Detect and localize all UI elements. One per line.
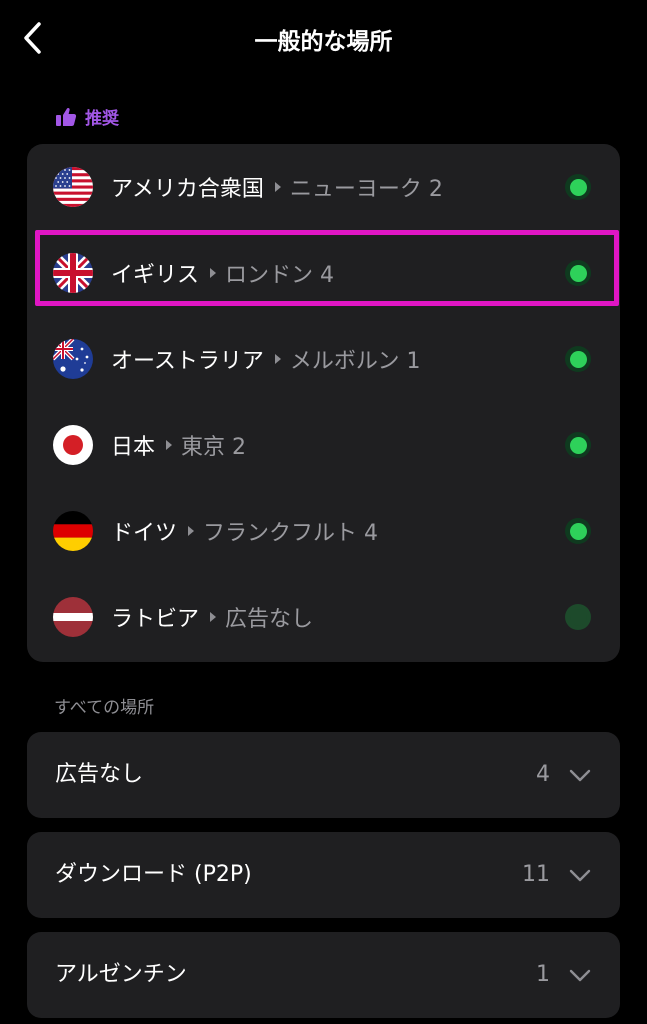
group-name: 広告なし — [55, 762, 144, 787]
group-argentina[interactable]: アルゼンチン 1 — [27, 932, 620, 1018]
country-name: オーストラリア — [111, 349, 264, 374]
location-text: アメリカ合衆国 ニューヨーク 2 — [111, 171, 443, 203]
country-name: アメリカ合衆国 — [111, 177, 264, 202]
status-online-icon — [565, 518, 591, 544]
caret-right-icon — [274, 354, 281, 364]
chevron-down-icon — [569, 869, 591, 882]
location-text: ドイツ フランクフルト 4 — [111, 515, 378, 547]
group-download-p2p[interactable]: ダウンロード (P2P) 11 — [27, 832, 620, 918]
group-count: 11 — [522, 862, 550, 887]
group-no-ads[interactable]: 広告なし 4 — [27, 732, 620, 818]
status-online-icon — [565, 260, 591, 286]
group-count: 4 — [536, 762, 550, 787]
all-locations-title: すべての場所 — [54, 698, 155, 718]
location-text: イギリス ロンドン 4 — [111, 257, 334, 289]
location-row-latvia[interactable]: ラトビア 広告なし — [27, 574, 620, 660]
country-name: 日本 — [111, 435, 156, 460]
status-online-icon — [565, 346, 591, 372]
city-name: ロンドン 4 — [225, 263, 335, 288]
city-name: メルボルン 1 — [289, 349, 421, 374]
caret-right-icon — [274, 182, 281, 192]
recommended-list: アメリカ合衆国 ニューヨーク 2 イギリス ロンドン 4 オーストラリア メルボ… — [27, 144, 620, 662]
group-name: アルゼンチン — [55, 962, 187, 987]
country-name: イギリス — [111, 263, 200, 288]
caret-right-icon — [210, 612, 217, 622]
status-online-icon — [565, 432, 591, 458]
location-text: ラトビア 広告なし — [111, 601, 313, 633]
us-flag-icon — [53, 167, 93, 207]
location-row-usa[interactable]: アメリカ合衆国 ニューヨーク 2 — [27, 144, 620, 230]
city-name: フランクフルト 4 — [203, 521, 379, 546]
country-name: ドイツ — [111, 521, 178, 546]
uk-flag-icon — [53, 253, 93, 293]
screen: 一般的な場所 推奨 アメリカ合衆国 ニューヨーク 2 イギリス ロンドン 4 オ… — [0, 0, 647, 1024]
chevron-down-icon — [569, 969, 591, 982]
group-name: ダウンロード (P2P) — [55, 862, 252, 887]
latvia-flag-icon — [53, 597, 93, 637]
status-online-icon — [565, 174, 591, 200]
location-text: 日本 東京 2 — [111, 429, 246, 461]
thumbs-up-icon — [56, 107, 77, 126]
location-row-germany[interactable]: ドイツ フランクフルト 4 — [27, 488, 620, 574]
group-count: 1 — [536, 962, 550, 987]
chevron-down-icon — [569, 769, 591, 782]
status-unavailable-icon — [565, 604, 591, 630]
city-name: 東京 2 — [181, 435, 247, 460]
city-name: 広告なし — [225, 607, 314, 632]
australia-flag-icon — [53, 339, 93, 379]
page-title: 一般的な場所 — [254, 29, 393, 55]
city-name: ニューヨーク 2 — [289, 177, 443, 202]
caret-right-icon — [166, 440, 173, 450]
country-name: ラトビア — [111, 607, 200, 632]
recommended-label: 推奨 — [55, 104, 119, 129]
caret-right-icon — [188, 526, 195, 536]
germany-flag-icon — [53, 511, 93, 551]
header: 一般的な場所 — [0, 0, 647, 80]
location-row-japan[interactable]: 日本 東京 2 — [27, 402, 620, 488]
caret-right-icon — [210, 268, 217, 278]
location-text: オーストラリア メルボルン 1 — [111, 343, 420, 375]
location-row-australia[interactable]: オーストラリア メルボルン 1 — [27, 316, 620, 402]
recommended-title: 推奨 — [85, 109, 119, 129]
japan-flag-icon — [53, 425, 93, 465]
location-row-uk[interactable]: イギリス ロンドン 4 — [27, 230, 620, 316]
